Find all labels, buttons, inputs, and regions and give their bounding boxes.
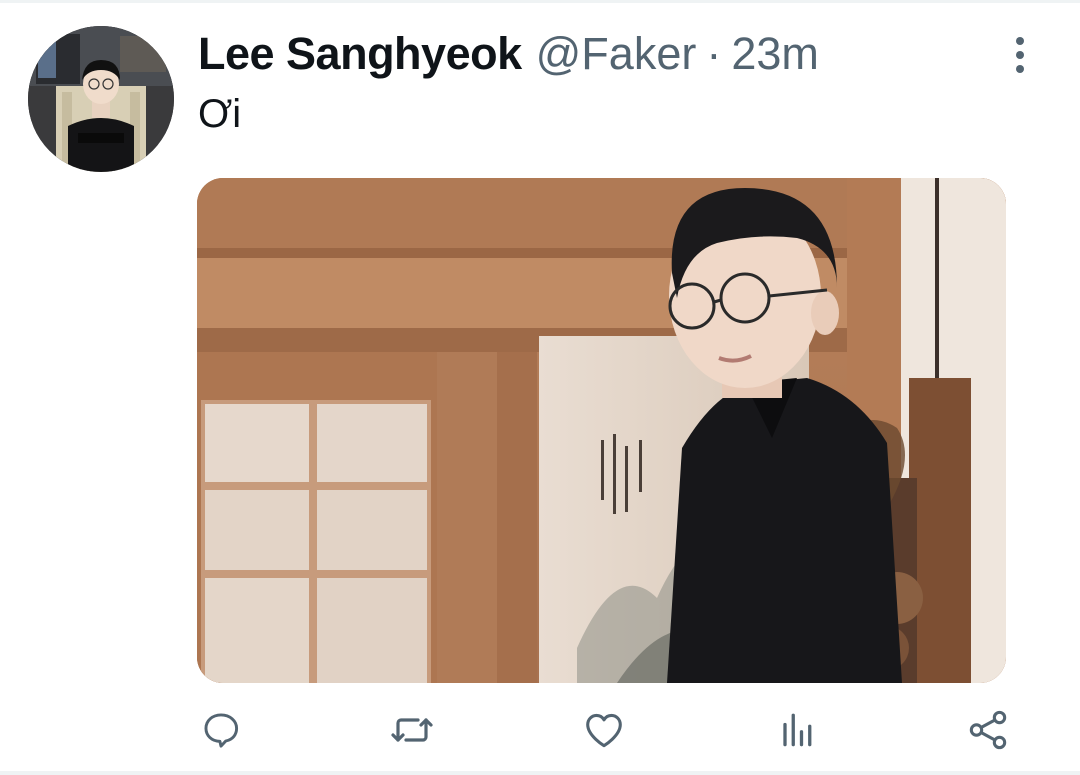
photo-man-with-glasses: [197, 178, 1006, 683]
analytics-button[interactable]: [772, 706, 820, 754]
share-icon: [969, 710, 1007, 750]
more-options-button[interactable]: [1002, 35, 1038, 75]
more-vertical-icon-dot: [1016, 51, 1024, 59]
retweet-icon: [391, 718, 433, 742]
tweet-media-image[interactable]: [197, 178, 1006, 683]
reply-icon: [204, 713, 239, 748]
author-name[interactable]: Lee Sanghyeok: [198, 28, 522, 80]
more-vertical-icon: [1016, 37, 1024, 45]
separator-dot: ·: [706, 28, 722, 79]
tweet-text: Ơi: [198, 92, 242, 136]
avatar-photo: [28, 26, 174, 172]
share-button[interactable]: [964, 706, 1012, 754]
like-button[interactable]: [580, 706, 628, 754]
heart-icon: [586, 713, 622, 748]
author-handle[interactable]: @Faker: [536, 28, 697, 80]
retweet-button[interactable]: [388, 706, 436, 754]
avatar[interactable]: [28, 26, 174, 172]
bottom-divider: [0, 771, 1080, 775]
analytics-icon: [783, 713, 812, 747]
tweet-timestamp[interactable]: 23m: [731, 28, 819, 80]
reply-button[interactable]: [197, 706, 245, 754]
top-divider: [0, 0, 1080, 3]
more-vertical-icon-dot: [1016, 65, 1024, 73]
tweet-action-bar: [0, 700, 1080, 760]
tweet-header: Lee Sanghyeok @Faker · 23m: [198, 28, 819, 84]
